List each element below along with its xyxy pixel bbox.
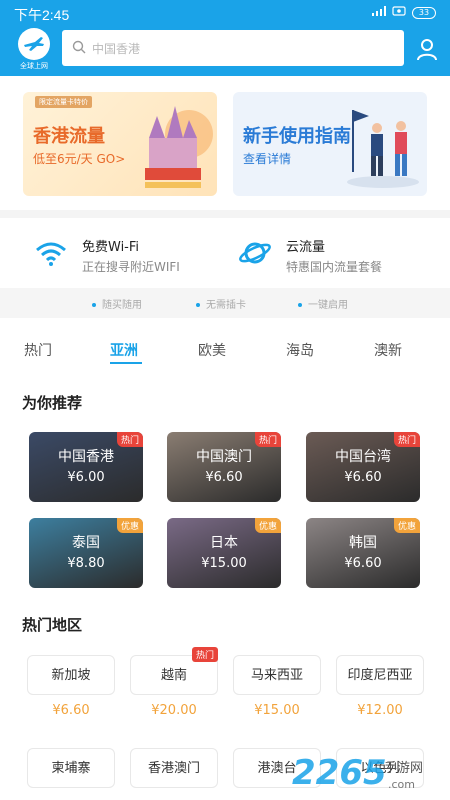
destination-card[interactable]: 优惠日本 ¥15.00 xyxy=(167,518,281,588)
discount-badge: 优惠 xyxy=(116,518,143,533)
hot-badge: 热门 xyxy=(254,432,281,447)
section-divider xyxy=(0,210,450,218)
destination-card[interactable]: 热门 中国澳门 ¥6.60 xyxy=(167,432,281,502)
app-logo[interactable]: 全球上网 xyxy=(14,28,54,72)
banner-guide[interactable]: 新手使用指南 查看详情 xyxy=(233,92,427,196)
destination-price: ¥6.60 xyxy=(205,470,243,485)
destination-name: 中国澳门 xyxy=(196,449,252,465)
tab-indicator xyxy=(110,362,142,364)
benefit-item: 一键启用 xyxy=(298,296,348,311)
tab-islands[interactable]: 海岛 xyxy=(286,340,314,360)
feature-free-wifi[interactable]: 免费Wi-Fi 正在搜寻附近WIFI xyxy=(34,230,214,280)
discount-badge: 优惠 xyxy=(254,518,281,533)
destination-name: 韩国 xyxy=(349,535,377,551)
destination-price: ¥15.00 xyxy=(201,556,247,571)
people-illustration xyxy=(347,110,419,188)
destination-price: ¥8.80 xyxy=(67,556,105,571)
status-icons: 33 xyxy=(372,6,436,19)
tab-australia-nz[interactable]: 澳新 xyxy=(374,340,402,360)
wifi-icon xyxy=(34,238,72,268)
benefit-label: 一键启用 xyxy=(308,300,348,311)
feature-title: 免费Wi-Fi xyxy=(82,240,140,255)
destination-price: ¥6.60 xyxy=(344,556,382,571)
signal-icon xyxy=(372,6,386,19)
benefit-label: 无需插卡 xyxy=(206,300,246,311)
dot-icon xyxy=(196,303,200,307)
tab-europe-america[interactable]: 欧美 xyxy=(198,340,226,360)
banner-subtitle: 查看详情 xyxy=(243,152,292,166)
destination-name: 泰国 xyxy=(72,535,100,551)
tab-hot[interactable]: 热门 xyxy=(24,340,52,360)
dot-icon xyxy=(298,303,302,307)
battery-icon: 33 xyxy=(412,6,436,19)
planet-icon xyxy=(238,238,276,268)
search-icon xyxy=(72,39,86,58)
area-pill[interactable]: 印度尼西亚 xyxy=(336,655,424,695)
recommend-title: 为你推荐 xyxy=(22,394,83,412)
destination-name: 日本 xyxy=(210,535,238,551)
banner-tag: 限定流量卡特价 xyxy=(35,96,92,108)
area-pill[interactable]: 香港澳门 xyxy=(130,748,218,788)
feature-subtitle: 正在搜寻附近WIFI xyxy=(82,260,180,274)
user-icon[interactable] xyxy=(414,36,440,62)
benefits-bar: 随买随用 无需插卡 一键启用 xyxy=(0,288,450,318)
area-price: ¥12.00 xyxy=(357,703,403,718)
svg-text:2265: 2265 xyxy=(292,753,387,793)
destination-price: ¥6.00 xyxy=(67,470,105,485)
tab-asia[interactable]: 亚洲 xyxy=(110,340,138,360)
hot-areas-title: 热门地区 xyxy=(22,616,83,634)
banner-hk-data[interactable]: 限定流量卡特价 香港流量 低至6元/天 GO> xyxy=(23,92,217,196)
hot-badge: 热门 xyxy=(393,432,420,447)
destination-card[interactable]: 优惠泰国 ¥8.80 xyxy=(29,518,143,588)
banner-title: 香港流量 xyxy=(33,126,105,147)
search-placeholder: 中国香港 xyxy=(92,41,141,56)
benefit-label: 随买随用 xyxy=(102,300,142,311)
destination-name: 中国台湾 xyxy=(335,449,391,465)
dot-icon xyxy=(92,303,96,307)
area-price: ¥20.00 xyxy=(151,703,197,718)
discount-badge: 优惠 xyxy=(393,518,420,533)
area-pill[interactable]: 马来西亚 xyxy=(233,655,321,695)
hot-badge: 热门 xyxy=(116,432,143,447)
area-price: ¥6.60 xyxy=(52,703,90,718)
svg-text:手游网: 手游网 xyxy=(384,761,423,776)
area-pill[interactable]: 柬埔寨 xyxy=(27,748,115,788)
benefit-item: 无需插卡 xyxy=(196,296,246,311)
status-time: 下午2:45 xyxy=(14,7,70,23)
banner-subtitle: 低至6元/天 GO> xyxy=(33,152,126,166)
feature-cloud-data[interactable]: 云流量 特惠国内流量套餐 xyxy=(238,230,428,280)
search-input[interactable]: 中国香港 xyxy=(62,30,404,66)
castle-illustration xyxy=(145,106,213,188)
feature-subtitle: 特惠国内流量套餐 xyxy=(286,260,383,274)
hot-badge: 热门 xyxy=(192,647,219,662)
destination-card[interactable]: 热门 中国台湾 ¥6.60 xyxy=(306,432,420,502)
destination-card[interactable]: 热门 中国香港 ¥6.00 xyxy=(29,432,143,502)
destination-price: ¥6.60 xyxy=(344,470,382,485)
destination-name: 中国香港 xyxy=(58,449,114,465)
banner-title: 新手使用指南 xyxy=(243,126,351,147)
top-bar: 下午2:45 33 全球上网 中国香港 xyxy=(0,0,450,76)
destination-card[interactable]: 优惠韩国 ¥6.60 xyxy=(306,518,420,588)
feature-title: 云流量 xyxy=(286,240,326,255)
logo-text: 全球上网 xyxy=(20,62,48,70)
watermark-logo: 2265 手游网 .com xyxy=(292,748,442,796)
svg-text:.com: .com xyxy=(388,778,415,791)
benefit-item: 随买随用 xyxy=(92,296,142,311)
area-price: ¥15.00 xyxy=(254,703,300,718)
area-pill[interactable]: 新加坡 xyxy=(27,655,115,695)
plane-icon xyxy=(18,28,50,60)
status-bar: 下午2:45 33 xyxy=(0,0,450,26)
sim-icon xyxy=(392,6,406,19)
